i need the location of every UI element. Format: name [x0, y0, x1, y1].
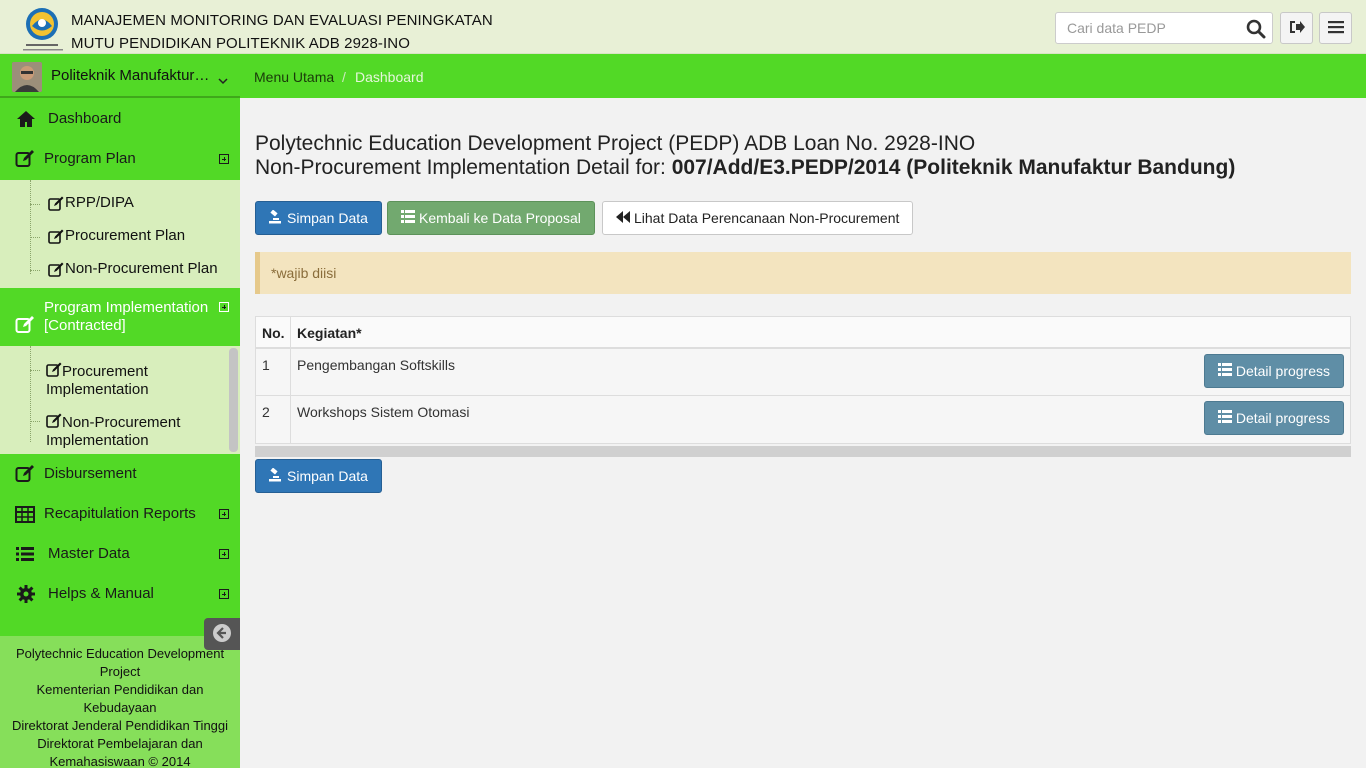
expand-icon[interactable]: [219, 549, 229, 559]
home-icon: [16, 109, 36, 129]
search-icon[interactable]: [1246, 19, 1266, 39]
activities-table: No. Kegiatan* 1 Pengembangan Softskills …: [255, 316, 1351, 444]
alert-text: *wajib diisi: [271, 265, 337, 281]
sidebar-label-dashboard: Dashboard: [48, 110, 122, 127]
submenu-program-plan: RPP/DIPA Procurement Plan Non-Procuremen…: [0, 180, 240, 288]
list-icon: [1217, 410, 1236, 426]
sidebar-item-helps-manual[interactable]: Helps & Manual: [0, 584, 240, 604]
row-kegiatan: Workshops Sistem Otomasi Detail progress: [291, 396, 1350, 443]
table-row: 2 Workshops Sistem Otomasi Detail progre…: [256, 396, 1350, 443]
profile-name: Politeknik Manufaktur Bandung: [51, 67, 211, 84]
page-title: Polytechnic Education Development Projec…: [255, 132, 1235, 180]
sidebar-collapse-button[interactable]: [204, 618, 240, 650]
gavel-icon: [269, 209, 287, 227]
hamburger-menu-icon: [1327, 20, 1344, 37]
sidebar-label-recapitulation-reports: Recapitulation Reports: [44, 505, 196, 522]
top-header: MANAJEMEN MONITORING DAN EVALUASI PENING…: [0, 0, 1366, 54]
detail-progress-button[interactable]: Detail progress: [1203, 401, 1344, 435]
breadcrumb-separator: /: [342, 69, 346, 85]
sidebar-label-procurement-implementation: Procurement: [62, 363, 148, 380]
search-box: [1055, 12, 1273, 44]
table-icon: [15, 504, 35, 524]
backward-icon: [616, 210, 634, 226]
sidebar-label-program-implementation: Program Implementation [Contracted]: [44, 299, 209, 334]
edit-icon: [15, 149, 35, 169]
expand-icon[interactable]: [219, 154, 229, 164]
ministry-logo-icon: [18, 5, 68, 53]
sidebar-item-procurement-implementation[interactable]: Procurement Implementation: [0, 360, 228, 398]
sidebar-item-non-procurement-implementation[interactable]: Non-Procurement Implementation: [0, 411, 228, 449]
sidebar-item-non-procurement-plan[interactable]: Non-Procurement Plan: [0, 260, 228, 280]
sidebar-item-rpp-dipa[interactable]: RPP/DIPA: [0, 194, 228, 214]
sidebar-label-rpp-dipa: RPP/DIPA: [65, 194, 134, 211]
list-icon: [15, 544, 35, 564]
table-horizontal-scrollbar[interactable]: [255, 446, 1351, 457]
sidebar-label-procurement-plan: Procurement Plan: [65, 227, 186, 244]
table-row: 1 Pengembangan Softskills Detail progres…: [256, 349, 1350, 396]
table-header: No. Kegiatan*: [256, 317, 1350, 349]
avatar: [12, 62, 42, 92]
save-button[interactable]: Simpan Data: [255, 201, 382, 235]
row-no: 2: [256, 396, 291, 443]
sidebar-item-master-data[interactable]: Master Data: [0, 544, 240, 564]
sidebar-label-program-plan: Program Plan: [44, 150, 136, 167]
back-to-proposal-button[interactable]: Kembali ke Data Proposal: [387, 201, 595, 235]
expand-icon[interactable]: [219, 509, 229, 519]
user-profile[interactable]: Politeknik Manufaktur Bandung: [0, 54, 240, 98]
sidebar-label-disbursement: Disbursement: [44, 465, 137, 482]
proposal-id: 007/Add/E3.PEDP/2014 (Politeknik Manufak…: [671, 156, 1236, 179]
chevron-down-icon: [218, 72, 228, 85]
breadcrumb-home-link[interactable]: Menu Utama: [254, 69, 334, 85]
sidebar-item-procurement-plan[interactable]: Procurement Plan: [0, 227, 228, 247]
sidebar: Dashboard Program Plan RPP/DIPA Procurem…: [0, 98, 240, 768]
gavel-icon: [269, 467, 287, 485]
row-no: 1: [256, 349, 291, 395]
detail-progress-button[interactable]: Detail progress: [1203, 354, 1344, 388]
expand-icon[interactable]: [219, 589, 229, 599]
breadcrumb-current: Dashboard: [355, 69, 424, 85]
page-title-line1: Polytechnic Education Development Projec…: [255, 132, 976, 155]
sidebar-footer: Polytechnic Education Development Projec…: [0, 636, 240, 768]
expand-icon[interactable]: [219, 302, 229, 312]
main-content: Polytechnic Education Development Projec…: [240, 98, 1366, 768]
search-input[interactable]: [1056, 13, 1236, 43]
list-icon: [1217, 363, 1236, 379]
app-title-line2: MUTU PENDIDIKAN POLITEKNIK ADB 2928-INO: [71, 35, 410, 52]
sidebar-item-recapitulation-reports[interactable]: Recapitulation Reports: [0, 504, 240, 524]
sidebar-item-program-plan[interactable]: Program Plan: [0, 149, 240, 169]
gear-icon: [16, 584, 36, 604]
header-kegiatan: Kegiatan*: [297, 325, 362, 341]
arrow-circle-left-icon: [212, 623, 232, 646]
sidebar-item-dashboard[interactable]: Dashboard: [0, 109, 240, 129]
edit-icon: [48, 262, 64, 278]
edit-icon: [15, 464, 35, 484]
row-kegiatan: Pengembangan Softskills Detail progress: [291, 349, 1350, 395]
logout-button[interactable]: [1280, 12, 1313, 44]
sidebar-label-helps-manual: Helps & Manual: [48, 585, 154, 602]
breadcrumb: Menu Utama / Dashboard: [240, 54, 1366, 98]
sidebar-item-disbursement[interactable]: Disbursement: [0, 464, 240, 484]
list-icon: [401, 210, 419, 226]
edit-icon: [48, 196, 64, 212]
sign-out-icon: [1289, 20, 1305, 37]
page-title-line2: Non-Procurement Implementation Detail fo…: [255, 156, 1236, 179]
edit-icon: [46, 362, 62, 378]
sidebar-label-non-procurement-implementation: Non-Procurement: [62, 414, 181, 431]
app-title: MANAJEMEN MONITORING DAN EVALUASI PENING…: [71, 9, 493, 55]
app-title-line1: MANAJEMEN MONITORING DAN EVALUASI PENING…: [71, 12, 493, 29]
sidebar-scrollbar[interactable]: [229, 348, 238, 452]
edit-icon: [15, 315, 35, 335]
required-fields-alert: *wajib diisi: [255, 252, 1351, 294]
sidebar-label-non-procurement-plan: Non-Procurement Plan: [65, 260, 218, 277]
edit-icon: [46, 413, 62, 429]
sidebar-item-program-implementation[interactable]: Program Implementation [Contracted]: [0, 298, 240, 338]
view-non-procurement-plan-button[interactable]: Lihat Data Perencanaan Non-Procurement: [602, 201, 914, 235]
header-no: No.: [256, 317, 291, 347]
main-menu-button[interactable]: [1319, 12, 1352, 44]
sidebar-label-master-data: Master Data: [48, 545, 130, 562]
edit-icon: [48, 229, 64, 245]
save-bottom-button[interactable]: Simpan Data: [255, 459, 382, 493]
submenu-program-implementation: Procurement Implementation Non-Procureme…: [0, 346, 240, 454]
